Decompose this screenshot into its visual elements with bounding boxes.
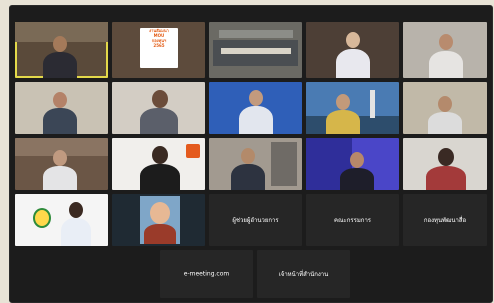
participant-tile[interactable] <box>306 22 399 78</box>
participant-tile[interactable]: งานสัมมนา MOU กองทุนฯ 2565 <box>112 22 205 78</box>
participant-tile[interactable] <box>15 194 108 246</box>
participant-tile[interactable] <box>209 22 302 78</box>
participant-tile[interactable]: ผู้ช่วยผู้อำนวยการ <box>209 194 302 246</box>
participant-tile[interactable] <box>112 194 205 246</box>
participant-tile[interactable]: คณะกรรมการ <box>306 194 399 246</box>
video-conference-gallery: งานสัมมนา MOU กองทุนฯ 2565 ผู้ช่วยผู้อำน… <box>9 5 493 303</box>
participant-tile[interactable] <box>15 138 108 190</box>
participant-tile[interactable] <box>15 82 108 134</box>
participant-name: คณะกรรมการ <box>333 217 372 224</box>
participant-tile[interactable] <box>209 82 302 134</box>
participant-tile[interactable]: เจ้าหน้าที่สำนักงาน <box>257 250 350 298</box>
participant-tile[interactable] <box>403 138 487 190</box>
participant-tile[interactable] <box>306 138 399 190</box>
participant-tile[interactable]: e-meeting.com <box>160 250 253 298</box>
participant-name: เจ้าหน้าที่สำนักงาน <box>278 271 329 278</box>
participant-tile[interactable] <box>15 22 108 78</box>
participant-tile[interactable]: กองทุนพัฒนาสื่อ <box>403 194 487 246</box>
participant-tile[interactable] <box>403 82 487 134</box>
participant-tile[interactable] <box>306 82 399 134</box>
participant-tile[interactable] <box>112 138 205 190</box>
participant-name: ผู้ช่วยผู้อำนวยการ <box>232 217 279 224</box>
participant-name: กองทุนพัฒนาสื่อ <box>423 217 467 224</box>
logo-icon <box>33 208 51 228</box>
participant-tile[interactable] <box>403 22 487 78</box>
participant-tile[interactable] <box>112 82 205 134</box>
participant-name: e-meeting.com <box>183 270 230 278</box>
participant-tile[interactable] <box>209 138 302 190</box>
event-poster: งานสัมมนา MOU กองทุนฯ 2565 <box>140 28 178 68</box>
